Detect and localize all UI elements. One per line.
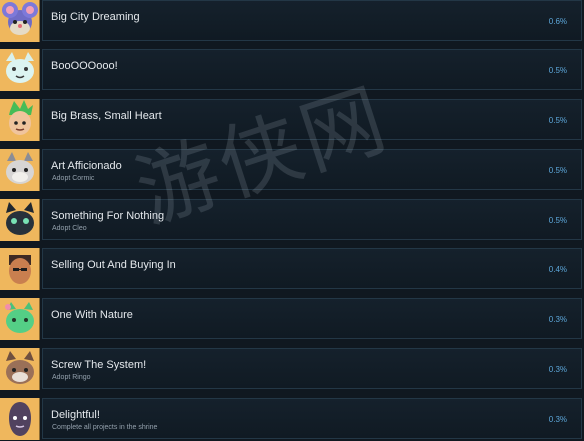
achievement-title: Big City Dreaming [51,11,140,23]
achievement-title: One With Nature [51,309,133,321]
achievement-title: Screw The System! [51,359,147,371]
achievement-title: Something For Nothing [51,210,165,222]
achievement-percent: 0.5% [548,116,567,125]
businessman-portrait-icon [0,248,40,290]
achievement-percent: 0.4% [548,265,567,274]
achievement-panel[interactable]: BooOOOooo! 0.5% [42,49,582,90]
black-cat-portrait-icon [0,199,40,241]
achievement-percent: 0.6% [548,17,567,26]
purple-creature-portrait-icon [0,398,40,440]
achievement-row[interactable]: Delightful! Complete all projects in the… [0,398,584,440]
achievement-percent: 0.5% [548,66,567,75]
achievement-row[interactable]: BooOOOooo! 0.5% [0,49,584,91]
achievement-row[interactable]: Selling Out And Buying In 0.4% [0,248,584,290]
mouse-portrait-icon [0,0,40,42]
achievement-description: Adopt Cleo [52,225,87,232]
achievement-title: Delightful! [51,409,100,421]
achievement-panel[interactable]: Delightful! Complete all projects in the… [42,398,582,439]
achievement-row[interactable]: Something For Nothing Adopt Cleo 0.5% [0,199,584,241]
achievement-title: Art Afficionado [51,160,122,172]
achievement-percent: 0.3% [548,315,567,324]
achievement-panel[interactable]: Selling Out And Buying In 0.4% [42,248,582,289]
achievement-panel[interactable]: Something For Nothing Adopt Cleo 0.5% [42,199,582,240]
achievement-description: Adopt Ringo [52,374,91,381]
achievement-description: Adopt Cormic [52,175,95,182]
achievement-description: Complete all projects in the shrine [52,424,158,431]
achievement-panel[interactable]: Art Afficionado Adopt Cormic 0.5% [42,149,582,190]
achievement-percent: 0.5% [548,216,567,225]
achievement-list: Big City Dreaming 0.6% BooOOOooo! 0.5% B… [0,0,584,441]
achievement-percent: 0.3% [548,365,567,374]
green-hair-kid-portrait-icon [0,99,40,141]
achievement-title: Selling Out And Buying In [51,259,176,271]
achievement-row[interactable]: Big Brass, Small Heart 0.5% [0,99,584,141]
gray-cat-portrait-icon [0,149,40,191]
achievement-percent: 0.5% [548,166,567,175]
achievement-row[interactable]: Big City Dreaming 0.6% [0,0,584,42]
achievement-percent: 0.3% [548,415,567,424]
green-cat-portrait-icon [0,298,40,340]
achievement-panel[interactable]: One With Nature 0.3% [42,298,582,339]
achievement-panel[interactable]: Big City Dreaming 0.6% [42,0,582,41]
achievement-row[interactable]: Screw The System! Adopt Ringo 0.3% [0,348,584,390]
achievement-panel[interactable]: Screw The System! Adopt Ringo 0.3% [42,348,582,389]
achievement-title: Big Brass, Small Heart [51,110,162,122]
achievement-row[interactable]: Art Afficionado Adopt Cormic 0.5% [0,149,584,191]
ghost-cat-portrait-icon [0,49,40,91]
brown-cat-portrait-icon [0,348,40,390]
achievement-title: BooOOOooo! [51,60,118,72]
achievement-row[interactable]: One With Nature 0.3% [0,298,584,340]
achievement-panel[interactable]: Big Brass, Small Heart 0.5% [42,99,582,140]
